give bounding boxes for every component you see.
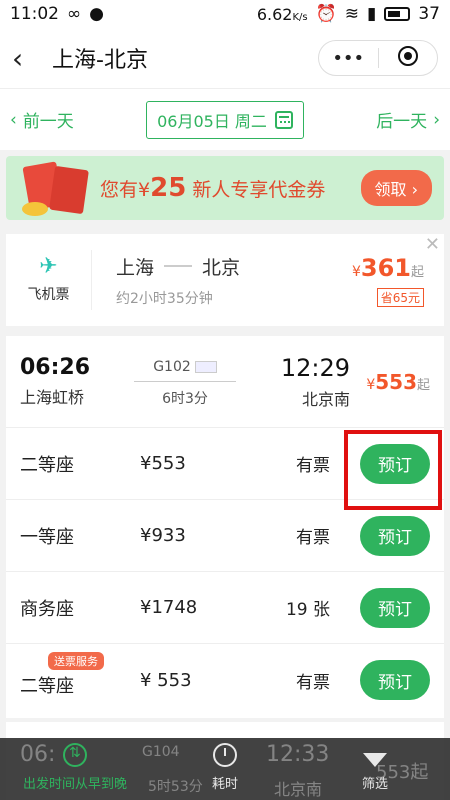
signal-icon: ▮ (367, 4, 377, 24)
departure-station: 上海虹桥 (20, 388, 85, 407)
chevron-right-icon: › (433, 109, 440, 130)
message-icon: ● (89, 4, 105, 24)
next-arrival-time: 12:33 (266, 742, 330, 767)
next-train-price: 553起 (376, 762, 429, 783)
seat-price: ¥933 (140, 525, 186, 546)
delivery-service-tag: 送票服务 (48, 652, 104, 670)
next-day-button[interactable]: 后一天 › (376, 107, 440, 133)
status-bar: 11:02 ∞ ● 6.62K/s ⏰ ≋ ▮ 37 (0, 0, 450, 28)
close-miniprogram-button[interactable] (379, 45, 438, 71)
book-button[interactable]: 预订 (360, 587, 430, 628)
flight-from: 上海 (116, 256, 155, 279)
seat-row: 二等座 ¥553 有票 预订 (6, 428, 444, 500)
coupon-amount: 25 (150, 173, 187, 203)
status-time: 11:02 (10, 4, 59, 24)
seat-class: 一等座 (20, 526, 74, 548)
next-train-number: G104 (142, 744, 180, 760)
train-currency: ¥ (366, 376, 376, 393)
flight-to: 北京 (202, 256, 241, 279)
airplane-icon: ✈ (39, 254, 58, 279)
mini-program-capsule: ••• (318, 40, 438, 76)
seat-row: 商务座 ¥1748 19 张 预订 (6, 572, 444, 644)
speed-unit: K/s (292, 11, 308, 23)
seat-class: 二等座 (20, 454, 74, 476)
seat-availability: 有票 (296, 672, 330, 693)
sort-label: 出发时间从早到晚 (22, 777, 127, 792)
next-day-label: 后一天 (376, 112, 428, 132)
seat-availability: 有票 (296, 456, 330, 476)
prev-day-label: 前一天 (22, 112, 74, 132)
seat-availability: 有票 (296, 528, 330, 548)
alarm-icon: ⏰ (315, 4, 337, 24)
train-price-unit: 起 (416, 377, 430, 393)
flight-label: 飞机票 (27, 287, 70, 303)
more-button[interactable]: ••• (319, 48, 378, 69)
calendar-icon (274, 110, 293, 129)
departure-time: 06:26 (20, 355, 91, 380)
wifi-icon: ≋ (344, 4, 359, 24)
coupon-suffix: 新人专享代金券 (192, 179, 326, 201)
battery-level: 37 (418, 4, 440, 24)
arrival-station: 北京南 (301, 389, 350, 409)
back-icon[interactable]: ‹ (12, 42, 42, 75)
speed-value: 6.62 (256, 4, 293, 24)
book-button[interactable]: 预订 (360, 660, 430, 700)
coupon-prefix: 您有 (100, 179, 139, 201)
train-card: 06:26 上海虹桥 G102 6时3分 12:29 北京南 ¥553起 二等座… (6, 336, 444, 718)
header: ‹ 上海-北京 ••• (0, 28, 450, 88)
train-min-price: ¥553起 (350, 370, 430, 394)
train-duration: 6时3分 (162, 390, 208, 407)
infinity-icon: ∞ (67, 4, 82, 24)
flight-saving-badge: 省65元 (376, 287, 424, 307)
flight-price-block: ¥361起 省65元 (344, 254, 444, 307)
flight-price-unit: 起 (410, 264, 424, 280)
page-title: 上海-北京 (52, 48, 148, 73)
train-number: G102 (153, 359, 217, 375)
flight-price: 361 (360, 253, 411, 282)
flight-currency: ¥ (351, 263, 361, 280)
next-arrival-station: 北京南 (274, 780, 323, 799)
seat-row: 送票服务 二等座 ¥ 553 有票 预订 (6, 644, 444, 716)
train-summary[interactable]: 06:26 上海虹桥 G102 6时3分 12:29 北京南 ¥553起 (6, 336, 444, 428)
seat-class: 商务座 (20, 598, 74, 620)
train-number-text: G102 (153, 358, 191, 375)
battery-icon (384, 7, 411, 21)
network-speed: 6.62K/s (257, 5, 308, 24)
claim-label: 领取 (374, 180, 407, 199)
route-line (134, 380, 236, 382)
flight-duration: 约2小时35分钟 (116, 290, 213, 307)
close-icon[interactable]: ✕ (425, 234, 440, 255)
flight-type: ✈ 飞机票 (6, 250, 92, 310)
route-arrow-icon (164, 265, 193, 267)
sort-icon (63, 743, 87, 767)
claim-coupon-button[interactable]: 领取 › (360, 170, 432, 206)
flight-card[interactable]: ✈ 飞机票 上海 北京 约2小时35分钟 ¥361起 省65元 ✕ (6, 234, 444, 326)
arrival-time: 12:29 (280, 353, 350, 382)
flight-route: 上海 北京 约2小时35分钟 (92, 253, 344, 308)
duration-label: 耗时 (211, 777, 238, 792)
coupon-currency: ¥ (138, 179, 151, 201)
current-date: 06月05日 周二 (157, 111, 267, 131)
seat-price: ¥ 553 (140, 669, 192, 691)
book-button[interactable]: 预订 (360, 515, 430, 556)
seat-row: 一等座 ¥933 有票 预订 (6, 500, 444, 572)
coupon-text: 您有¥25 新人专享代金券 (96, 173, 361, 203)
next-departure-time: 06: (20, 742, 56, 767)
date-navigation: ‹ 前一天 06月05日 周二 后一天 › (0, 88, 450, 150)
seat-availability: 19 张 (285, 600, 330, 620)
chevron-left-icon: ‹ (10, 109, 17, 130)
id-card-icon (194, 360, 217, 373)
train-price-value: 553 (375, 369, 417, 394)
seat-price: ¥1748 (140, 597, 198, 618)
seat-price: ¥553 (140, 453, 186, 474)
book-button[interactable]: 预订 (360, 443, 430, 484)
target-icon (397, 45, 418, 66)
date-picker[interactable]: 06月05日 周二 (146, 100, 304, 139)
bottom-toolbar: 06: G104 5时53分 12:33 北京南 553起 出发时间从早到晚 耗… (0, 738, 450, 800)
prev-day-button[interactable]: ‹ 前一天 (10, 107, 74, 133)
next-train-duration: 5时53分 (148, 779, 203, 795)
clock-icon (213, 743, 237, 767)
coupon-banner[interactable]: 您有¥25 新人专享代金券 领取 › (6, 156, 444, 220)
red-envelope-icon (18, 160, 96, 216)
